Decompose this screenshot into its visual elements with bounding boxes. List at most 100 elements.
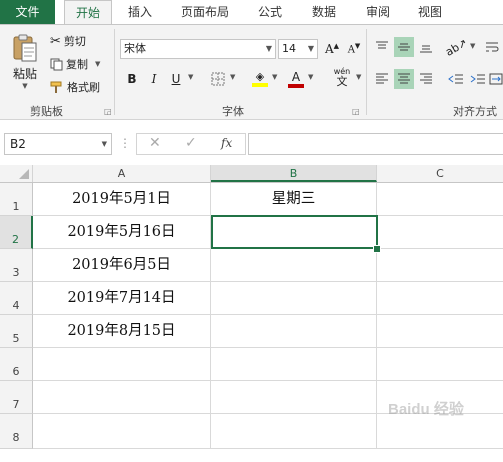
increase-font-size-button[interactable]: A▲ (322, 39, 342, 59)
chevron-down-icon[interactable]: ▼ (266, 40, 272, 58)
formula-input[interactable] (248, 133, 503, 155)
italic-button[interactable]: I (144, 69, 164, 89)
font-group-label: 字体 (222, 105, 244, 118)
dialog-launcher-icon[interactable]: ◲ (104, 107, 112, 116)
cell-a7[interactable] (33, 381, 211, 414)
cell-b2[interactable] (211, 215, 378, 249)
chevron-down-icon[interactable]: ▼ (102, 134, 107, 154)
align-bottom-button[interactable] (416, 37, 436, 57)
column-header-a[interactable]: A (33, 165, 211, 182)
tab-view[interactable]: 视图 (410, 0, 450, 24)
format-painter-icon (50, 81, 62, 93)
cell-a3[interactable]: 2019年6月5日 (33, 249, 211, 282)
font-color-icon: A (291, 69, 301, 84)
cell-a2[interactable]: 2019年5月16日 (33, 216, 211, 249)
ribbon-tab-bar: 文件 开始 插入 页面布局 公式 数据 审阅 视图 (0, 0, 503, 25)
cell-a6[interactable] (33, 348, 211, 381)
dialog-launcher-icon[interactable]: ◲ (352, 107, 360, 116)
cell-c1[interactable] (377, 183, 503, 216)
underline-button[interactable]: U (166, 69, 186, 89)
cell-a5[interactable]: 2019年8月15日 (33, 315, 211, 348)
cell-b1[interactable]: 星期三 (211, 183, 377, 216)
align-middle-button[interactable] (394, 37, 414, 57)
cell-c4[interactable] (377, 282, 503, 315)
chevron-down-icon[interactable]: ▼ (230, 73, 235, 81)
increase-indent-button[interactable] (468, 69, 488, 89)
tab-formulas[interactable]: 公式 (250, 0, 290, 24)
font-color-button[interactable]: A (286, 69, 306, 89)
cell-b3[interactable] (211, 249, 377, 282)
cell-c8[interactable] (377, 414, 503, 449)
enter-check-icon[interactable]: ✓ (185, 135, 197, 151)
cell-b5[interactable] (211, 315, 377, 348)
wrap-text-icon (486, 42, 499, 52)
row-header-2[interactable]: 2 (0, 216, 33, 249)
paste-button[interactable]: 粘贴 ▼ (8, 33, 42, 90)
font-name-combo[interactable]: 宋体 ▼ (120, 39, 276, 59)
tab-data[interactable]: 数据 (304, 0, 344, 24)
row-header-4[interactable]: 4 (0, 282, 33, 315)
tab-review[interactable]: 审阅 (358, 0, 398, 24)
chevron-down-icon[interactable]: ▼ (188, 73, 193, 81)
tab-insert[interactable]: 插入 (120, 0, 160, 24)
bold-button[interactable]: B (122, 69, 142, 89)
select-all-corner[interactable] (0, 165, 33, 182)
cell-b4[interactable] (211, 282, 377, 315)
phonetic-guide-button[interactable]: wén 文 (330, 67, 354, 88)
cell-a4[interactable]: 2019年7月14日 (33, 282, 211, 315)
chevron-down-icon[interactable]: ▼ (356, 73, 361, 81)
row-header-6[interactable]: 6 (0, 348, 33, 381)
align-middle-icon (398, 43, 410, 51)
chevron-down-icon[interactable]: ▼ (308, 73, 313, 81)
cell-c5[interactable] (377, 315, 503, 348)
cell-a8[interactable] (33, 414, 211, 449)
align-left-button[interactable] (372, 69, 392, 89)
insert-function-button[interactable]: fx (221, 136, 232, 150)
chevron-down-icon[interactable]: ▼ (272, 73, 277, 81)
orientation-button[interactable]: ab↗ (443, 36, 469, 59)
column-header-b[interactable]: B (211, 165, 377, 182)
alignment-group-label: 对齐方式 (453, 105, 497, 118)
align-top-button[interactable] (372, 37, 392, 57)
tab-home[interactable]: 开始 (64, 0, 112, 25)
cell-a1[interactable]: 2019年5月1日 (33, 183, 211, 216)
decrease-indent-button[interactable] (446, 69, 466, 89)
format-painter-button[interactable]: 格式刷 (50, 79, 100, 95)
cell-b8[interactable] (211, 414, 377, 449)
cell-b6[interactable] (211, 348, 377, 381)
paint-bucket-icon: ◈ (255, 70, 265, 83)
decrease-font-size-button[interactable]: A▼ (344, 39, 364, 59)
tab-file[interactable]: 文件 (0, 0, 55, 24)
tab-page-layout[interactable]: 页面布局 (172, 0, 238, 24)
fill-color-button[interactable]: ◈ (250, 69, 270, 89)
cell-c3[interactable] (377, 249, 503, 282)
paste-label: 粘贴 (12, 67, 37, 81)
align-center-button[interactable] (394, 69, 414, 89)
copy-button[interactable]: 复制 ▼ (50, 56, 100, 72)
phonetic-glyph-icon: 文 (336, 74, 348, 88)
merge-cells-icon (489, 73, 502, 85)
row-header-3[interactable]: 3 (0, 249, 33, 282)
row-header-8[interactable]: 8 (0, 414, 33, 449)
wrap-text-button[interactable] (482, 37, 502, 57)
borders-button[interactable] (208, 69, 228, 89)
column-header-c[interactable]: C (377, 165, 503, 182)
chevron-down-icon[interactable]: ▼ (470, 42, 475, 50)
row-header-7[interactable]: 7 (0, 381, 33, 414)
cancel-icon[interactable]: ✕ (149, 135, 161, 151)
align-top-icon (376, 41, 388, 49)
row-header-1[interactable]: 1 (0, 183, 33, 216)
cut-button[interactable]: ✂ 剪切 (50, 33, 86, 49)
fill-handle[interactable] (373, 245, 381, 253)
name-box[interactable]: B2 ▼ (4, 133, 112, 155)
cell-b7[interactable] (211, 381, 377, 414)
cell-c2[interactable] (377, 216, 503, 249)
row-header-5[interactable]: 5 (0, 315, 33, 348)
chevron-down-icon[interactable]: ▼ (95, 60, 100, 68)
align-right-button[interactable] (416, 69, 436, 89)
cell-c6[interactable] (377, 348, 503, 381)
more-options-icon[interactable]: ⋮ (119, 136, 131, 150)
merge-center-button[interactable] (488, 69, 503, 89)
font-size-combo[interactable]: 14 ▼ (278, 39, 318, 59)
chevron-down-icon[interactable]: ▼ (308, 40, 314, 58)
